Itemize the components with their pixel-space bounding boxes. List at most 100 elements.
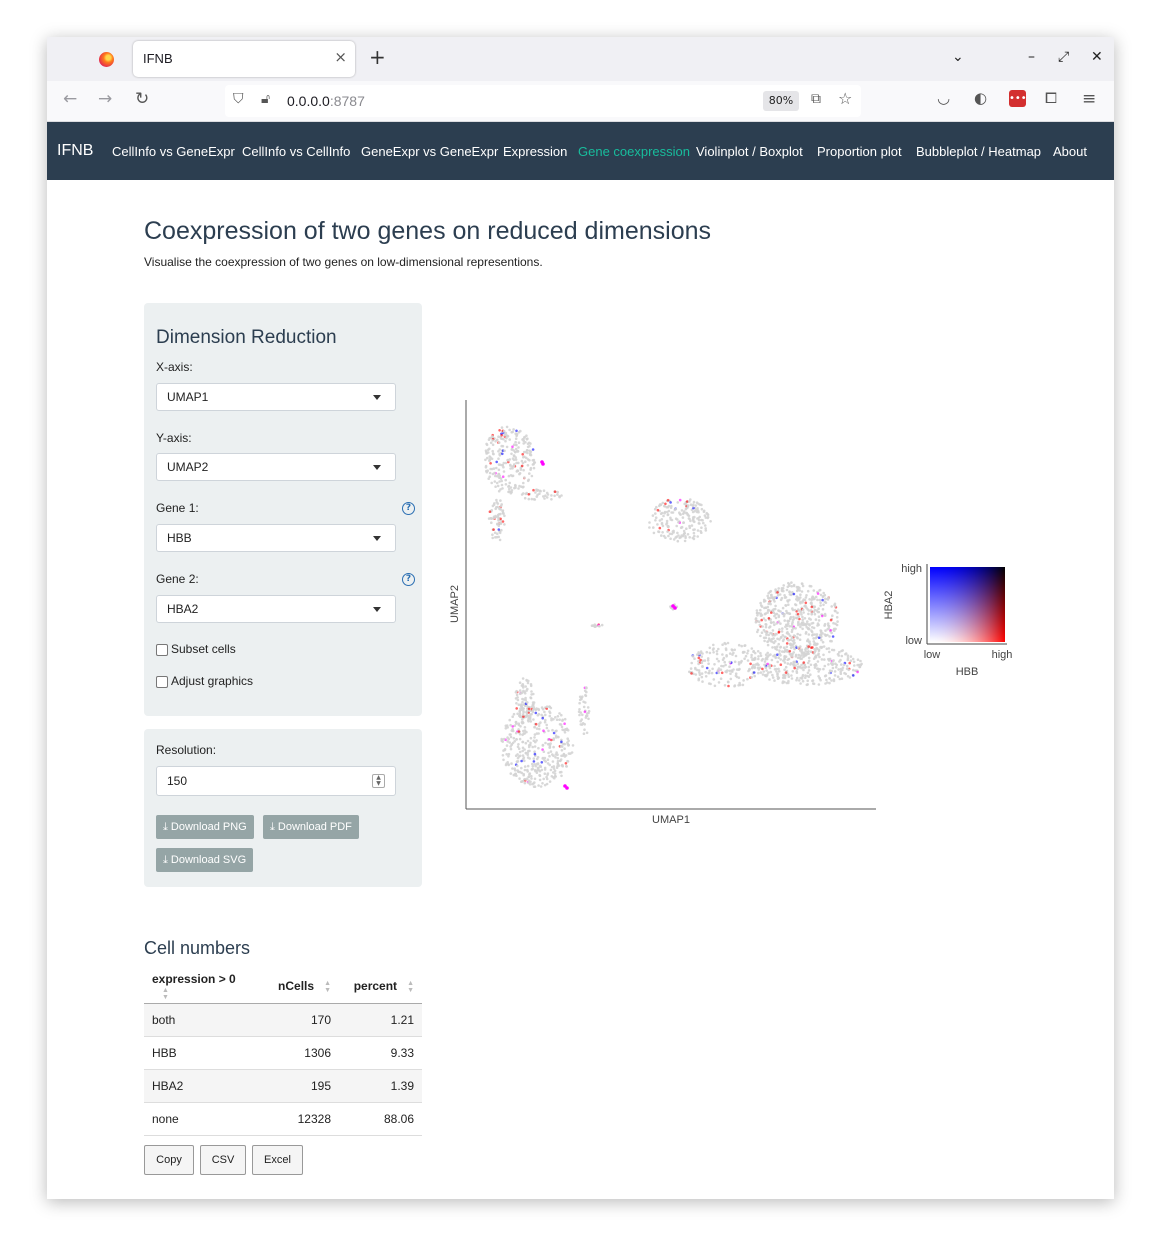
y-axis-select[interactable]: UMAP2: [156, 453, 396, 481]
help-icon[interactable]: ?: [402, 502, 415, 515]
cell-point: [560, 764, 564, 767]
cell-point: [590, 624, 594, 627]
cell-point: [531, 703, 535, 707]
cell-point: [539, 721, 542, 724]
cell-point: [547, 751, 550, 755]
gene2-select[interactable]: HBA2: [156, 595, 396, 623]
list-tabs-icon[interactable]: ⌄: [952, 49, 964, 65]
tab-close-icon[interactable]: ×: [334, 48, 347, 66]
cell-point: [729, 672, 732, 675]
extensions-puzzle-icon[interactable]: ⧠: [1045, 91, 1057, 106]
shield-icon[interactable]: ⛉: [233, 92, 244, 106]
spinner-icon[interactable]: ▲ ▼: [372, 774, 385, 788]
gene1-value: HBB: [167, 531, 192, 545]
maximize-icon[interactable]: ⤢: [1058, 49, 1069, 65]
cell-point: [778, 652, 781, 655]
translate-icon[interactable]: ⧉: [811, 92, 821, 106]
cell-point: [540, 706, 544, 709]
download-svg-button[interactable]: ⤓ Download SVG: [156, 848, 254, 872]
cell-point: [507, 485, 510, 488]
cell-point: [740, 659, 743, 663]
url-bar[interactable]: ⛉ 🔓︎ 0.0.0.0:8787 80% ⧉ ☆: [225, 85, 861, 117]
cell-point: [797, 585, 800, 589]
bookmark-star-icon[interactable]: ☆: [838, 91, 852, 107]
nav-proportion-plot[interactable]: Proportion plot: [817, 144, 902, 159]
cell-point: [727, 684, 730, 688]
zoom-badge[interactable]: 80%: [763, 91, 799, 111]
cell-point: [531, 762, 534, 766]
cell-point: [510, 452, 513, 456]
browser-tab[interactable]: IFNB ×: [133, 41, 355, 77]
excel-button[interactable]: Excel: [252, 1145, 303, 1175]
back-icon[interactable]: ←: [63, 91, 77, 108]
forward-icon[interactable]: →: [98, 91, 112, 108]
adjust-graphics-checkbox[interactable]: [156, 676, 168, 688]
pocket-icon[interactable]: ◡: [937, 91, 950, 106]
cell-point: [514, 720, 518, 724]
cell-point: [844, 652, 848, 655]
new-tab-icon[interactable]: +: [369, 47, 386, 67]
cell-point: [501, 520, 505, 523]
x-axis-select[interactable]: UMAP1: [156, 383, 396, 411]
nav-cellinfo-geneexpr[interactable]: CellInfo vs GeneExpr: [112, 144, 235, 159]
cell-point: [663, 512, 666, 515]
url-text[interactable]: 0.0.0.0:8787: [287, 93, 365, 109]
csv-button[interactable]: CSV: [200, 1145, 246, 1175]
adjust-graphics-label[interactable]: Adjust graphics: [171, 674, 253, 688]
cell-point: [759, 671, 763, 674]
cell-point: [489, 462, 492, 465]
subset-cells-checkbox[interactable]: [156, 644, 168, 656]
cell-point: [500, 503, 503, 506]
nav-gene-coexpression[interactable]: Gene coexpression: [578, 144, 690, 159]
cell-point: [821, 598, 824, 602]
cell-point: [697, 517, 700, 520]
nav-cellinfo-cellinfo[interactable]: CellInfo vs CellInfo: [242, 144, 350, 159]
nav-bubbleplot-heatmap[interactable]: Bubbleplot / Heatmap: [916, 144, 1041, 159]
column-header[interactable]: nCells ▲ ▼: [254, 970, 339, 1004]
extension-red-icon[interactable]: •••: [1009, 90, 1027, 107]
cell-point: [509, 486, 513, 489]
copy-button[interactable]: Copy: [144, 1145, 194, 1175]
cell-point: [515, 693, 519, 697]
gene1-select[interactable]: HBB: [156, 524, 396, 552]
cell-point: [828, 635, 831, 638]
download-pdf-button[interactable]: ⤓ Download PDF: [263, 815, 359, 839]
cell-point: [694, 504, 698, 507]
cell-point: [543, 766, 547, 770]
cell-point: [516, 696, 519, 699]
nav-expression[interactable]: Expression: [503, 144, 567, 159]
nav-geneexpr-geneexpr[interactable]: GeneExpr vs GeneExpr: [361, 144, 498, 159]
cell-point: [816, 598, 819, 602]
cell-point: [776, 672, 779, 675]
cell-point: [501, 463, 505, 467]
column-header[interactable]: expression > 0▲ ▼: [144, 970, 254, 1004]
subset-cells-label[interactable]: Subset cells: [171, 642, 236, 656]
cell-point: [819, 629, 823, 633]
insecure-lock-icon[interactable]: 🔓︎: [261, 92, 270, 106]
cell-point: [579, 723, 583, 726]
extension-globe-icon[interactable]: ◐: [974, 91, 987, 106]
nav-about[interactable]: About: [1053, 144, 1087, 159]
cell-point: [489, 441, 493, 445]
column-header[interactable]: percent ▲ ▼: [339, 970, 422, 1004]
cell-point: [669, 518, 672, 521]
cell-point: [788, 612, 791, 615]
download-png-button[interactable]: ⤓ Download PNG: [156, 815, 254, 839]
reload-icon[interactable]: ↻: [135, 91, 149, 108]
help-icon[interactable]: ?: [402, 573, 415, 586]
cell-point: [802, 598, 805, 601]
cell-point: [524, 741, 528, 745]
cell-point: [522, 707, 525, 710]
app-brand[interactable]: IFNB: [57, 142, 93, 160]
close-window-icon[interactable]: ✕: [1091, 49, 1103, 65]
cell-point: [491, 443, 495, 447]
cell-point: [759, 608, 762, 612]
cell-point: [506, 740, 509, 743]
menu-icon[interactable]: ≡: [1082, 91, 1096, 108]
cell-point: [677, 521, 680, 524]
cell-point: [852, 674, 855, 677]
resolution-input[interactable]: 150 ▲ ▼: [156, 766, 396, 796]
cell-point: [757, 620, 761, 623]
minimize-icon[interactable]: –: [1028, 49, 1035, 65]
nav-violinplot-boxplot[interactable]: Violinplot / Boxplot: [696, 144, 803, 159]
